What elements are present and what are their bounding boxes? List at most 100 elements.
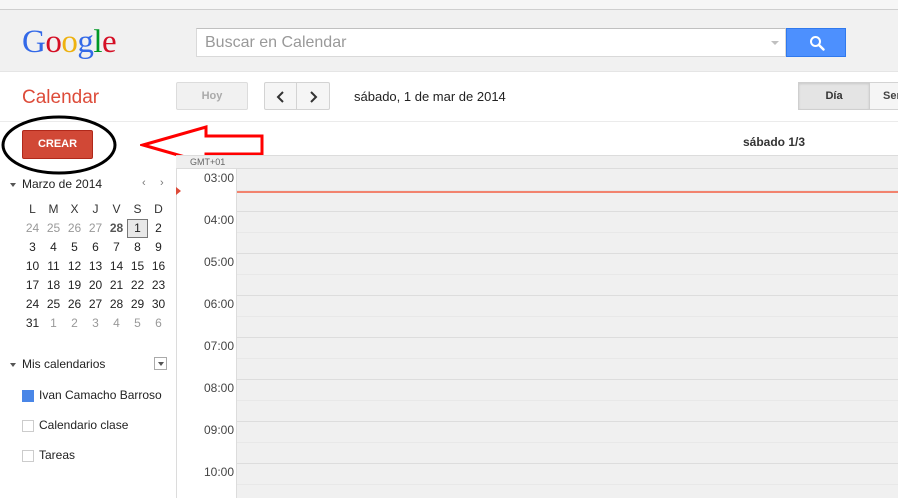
mini-calendar-day[interactable]: 18: [43, 276, 64, 295]
mini-calendar-week: 24 25 26 27 28 29 30: [22, 295, 169, 314]
calendar-checkbox[interactable]: [22, 420, 34, 432]
mini-calendar-day[interactable]: 13: [85, 257, 106, 276]
time-gutter: 03:00 04:00 05:00 06:00 07:00 08:00 09:0…: [176, 169, 237, 498]
search-input[interactable]: [197, 29, 785, 56]
mini-calendar-day[interactable]: 25: [43, 219, 64, 238]
mini-calendar-next-button[interactable]: ›: [160, 177, 164, 189]
mini-calendar-day[interactable]: 9: [148, 238, 169, 257]
mini-calendar-day[interactable]: 31: [22, 314, 43, 333]
mini-calendar-day[interactable]: 25: [43, 295, 64, 314]
day-header-label[interactable]: sábado 1/3: [743, 135, 805, 149]
search-box: [196, 28, 786, 57]
hour-label: 05:00: [204, 255, 235, 269]
mini-calendar-day[interactable]: 27: [85, 219, 106, 238]
search-icon: [810, 36, 825, 51]
mini-calendar-day[interactable]: 24: [22, 295, 43, 314]
calendar-list-label[interactable]: Calendario clase: [39, 418, 128, 432]
mini-calendar-week: 31 1 2 3 4 5 6: [22, 314, 169, 333]
mini-calendar-day[interactable]: 26: [64, 295, 85, 314]
collapse-triangle-icon[interactable]: [10, 183, 16, 187]
logo-letter: l: [93, 24, 103, 60]
mini-calendar-day[interactable]: 30: [148, 295, 169, 314]
hour-label: 10:00: [204, 465, 235, 479]
hour-label: 06:00: [204, 297, 235, 311]
previous-day-button[interactable]: [264, 82, 297, 110]
mini-calendar-title[interactable]: Marzo de 2014: [22, 177, 102, 191]
view-day-button[interactable]: Día: [798, 82, 870, 110]
chevron-right-icon: [310, 91, 318, 103]
mini-calendar-day[interactable]: 16: [148, 257, 169, 276]
mini-calendar-day[interactable]: 29: [127, 295, 148, 314]
mini-calendar-day[interactable]: 19: [64, 276, 85, 295]
mini-calendar-day-selected[interactable]: 1: [127, 219, 148, 238]
calendar-color-swatch[interactable]: [22, 390, 34, 402]
collapse-triangle-icon[interactable]: [10, 363, 16, 367]
day-header-weekday: sábado: [743, 135, 789, 149]
next-day-button[interactable]: [297, 82, 330, 110]
mini-calendar-day[interactable]: 14: [106, 257, 127, 276]
mini-calendar-day[interactable]: 4: [43, 238, 64, 257]
logo-letter: G: [22, 24, 46, 60]
my-calendars-title[interactable]: Mis calendarios: [22, 357, 105, 371]
chevron-left-icon: [276, 91, 284, 103]
my-calendars-menu-button[interactable]: [154, 357, 167, 370]
mini-calendar-day[interactable]: 23: [148, 276, 169, 295]
view-week-button[interactable]: Semana: [870, 82, 898, 110]
calendar-list-label[interactable]: Ivan Camacho Barroso: [39, 388, 162, 402]
mini-calendar-day[interactable]: 7: [106, 238, 127, 257]
current-time-line: [237, 191, 898, 193]
weekday-label: X: [70, 202, 79, 216]
half-hour-gridline: [237, 316, 898, 317]
mini-calendar-day[interactable]: 1: [43, 314, 64, 333]
half-hour-gridline: [237, 442, 898, 443]
mini-calendar-day[interactable]: 5: [64, 238, 85, 257]
calendar-checkbox[interactable]: [22, 450, 34, 462]
hour-gridline: [237, 337, 898, 338]
mini-calendar-day[interactable]: 12: [64, 257, 85, 276]
hour-gridline: [237, 253, 898, 254]
search-options-dropdown-icon[interactable]: [771, 41, 779, 45]
day-column[interactable]: [237, 169, 898, 498]
hour-label: 04:00: [204, 213, 235, 227]
half-hour-gridline: [237, 484, 898, 485]
mini-calendar-day[interactable]: 2: [64, 314, 85, 333]
mini-calendar-day[interactable]: 8: [127, 238, 148, 257]
half-hour-gridline: [237, 400, 898, 401]
today-button[interactable]: Hoy: [176, 82, 248, 110]
mini-calendar-day[interactable]: 21: [106, 276, 127, 295]
mini-calendar-day[interactable]: 28: [106, 219, 127, 238]
weekday-label: M: [48, 202, 59, 216]
mini-calendar-day[interactable]: 6: [148, 314, 169, 333]
day-view: sábado 1/3 GMT+01 03:00 04:00 05:00 06:0…: [176, 122, 898, 498]
mini-calendar-day[interactable]: 3: [85, 314, 106, 333]
weekday-label: S: [133, 202, 142, 216]
hour-label: 07:00: [204, 339, 235, 353]
mini-calendar-day[interactable]: 5: [127, 314, 148, 333]
calendar-list-label[interactable]: Tareas: [39, 448, 75, 462]
mini-calendar-day[interactable]: 6: [85, 238, 106, 257]
mini-calendar-week: 17 18 19 20 21 22 23: [22, 276, 169, 295]
logo-letter: o: [45, 24, 62, 60]
mini-calendar-prev-button[interactable]: ‹: [142, 177, 146, 189]
mini-calendar-day[interactable]: 24: [22, 219, 43, 238]
mini-calendar-day[interactable]: 3: [22, 238, 43, 257]
google-logo[interactable]: Google: [22, 24, 117, 61]
all-day-row[interactable]: GMT+01: [176, 155, 898, 169]
search-button[interactable]: [786, 28, 846, 57]
mini-calendar-day[interactable]: 28: [106, 295, 127, 314]
mini-calendar-day[interactable]: 20: [85, 276, 106, 295]
mini-calendar-day[interactable]: 2: [148, 219, 169, 238]
hour-gridline: [237, 421, 898, 422]
mini-calendar-day[interactable]: 22: [127, 276, 148, 295]
mini-calendar-day[interactable]: 27: [85, 295, 106, 314]
mini-calendar-day[interactable]: 17: [22, 276, 43, 295]
mini-calendar-day[interactable]: 26: [64, 219, 85, 238]
hour-label: 03:00: [204, 171, 235, 185]
mini-calendar-day[interactable]: 10: [22, 257, 43, 276]
mini-calendar-day[interactable]: 15: [127, 257, 148, 276]
app-title[interactable]: Calendar: [22, 87, 99, 109]
weekday-label: J: [92, 202, 99, 216]
day-header-date: 1/3: [788, 135, 806, 149]
mini-calendar-day[interactable]: 4: [106, 314, 127, 333]
mini-calendar-day[interactable]: 11: [43, 257, 64, 276]
